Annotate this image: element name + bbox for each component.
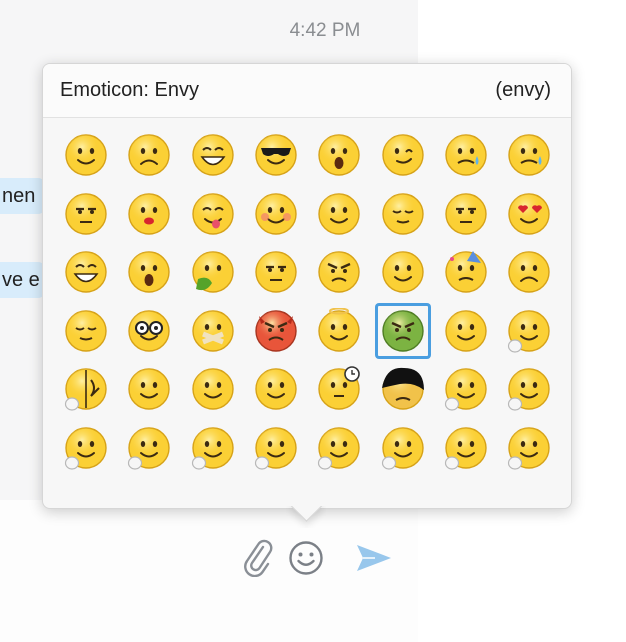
emoticon-smirk-icon[interactable] bbox=[58, 303, 114, 359]
emoticon-devil-icon[interactable] bbox=[248, 303, 304, 359]
emoticon-wink-icon[interactable] bbox=[375, 127, 431, 183]
emoticon-laugh-icon[interactable] bbox=[185, 127, 241, 183]
paperclip-icon bbox=[244, 539, 273, 577]
emoticon-in-love-icon[interactable] bbox=[501, 186, 557, 242]
send-button[interactable] bbox=[352, 540, 396, 576]
emoticon-kiss-icon[interactable] bbox=[121, 186, 177, 242]
emoticon-shortcut: (envy) bbox=[495, 79, 551, 101]
message-bubble[interactable]: nen bbox=[0, 178, 46, 214]
emoticon-nod-icon[interactable] bbox=[185, 361, 241, 417]
send-arrow-icon bbox=[357, 545, 391, 571]
emoticon-happy-icon[interactable] bbox=[121, 361, 177, 417]
picker-pointer bbox=[286, 506, 326, 528]
emoticon-muscle-icon[interactable] bbox=[311, 420, 367, 476]
emoticon-waiting-icon[interactable] bbox=[311, 361, 367, 417]
smiley-icon bbox=[289, 541, 323, 575]
emoticon-button[interactable] bbox=[286, 538, 326, 578]
emoticon-tongue-out-icon[interactable] bbox=[185, 186, 241, 242]
emoticon-make-up-icon[interactable] bbox=[438, 303, 494, 359]
emoticon-angel-icon[interactable] bbox=[311, 303, 367, 359]
emoticon-name: Emoticon: Envy bbox=[60, 79, 199, 101]
emoticon-fingers-crossed-icon[interactable] bbox=[58, 420, 114, 476]
emoticon-nerd-icon[interactable] bbox=[121, 303, 177, 359]
message-timestamp: 4:42 PM bbox=[289, 20, 361, 41]
emoticon-shake-icon[interactable] bbox=[248, 361, 304, 417]
emoticon-itwasntme-icon[interactable] bbox=[375, 244, 431, 300]
emoticon-grid bbox=[43, 118, 571, 508]
emoticon-crying-icon[interactable] bbox=[438, 127, 494, 183]
emoticon-lips-sealed-icon[interactable] bbox=[185, 303, 241, 359]
emoticon-puke-icon[interactable] bbox=[185, 244, 241, 300]
emoticon-picker-header: Emoticon: Envy (envy) bbox=[43, 64, 571, 118]
emoticon-evil-grin-icon[interactable] bbox=[58, 244, 114, 300]
emoticon-pointing-icon[interactable] bbox=[501, 420, 557, 476]
emoticon-smile-icon[interactable] bbox=[58, 127, 114, 183]
emoticon-talk-to-the-hand-icon[interactable] bbox=[438, 420, 494, 476]
emoticon-bow-icon[interactable] bbox=[375, 420, 431, 476]
emoticon-sleepy-icon[interactable] bbox=[375, 186, 431, 242]
emoticon-hand-wave-icon[interactable] bbox=[248, 420, 304, 476]
emoticon-sweating-icon[interactable] bbox=[501, 127, 557, 183]
emoticon-hi-icon[interactable] bbox=[438, 361, 494, 417]
emoticon-party-icon[interactable] bbox=[438, 244, 494, 300]
emoticon-facepalm-icon[interactable] bbox=[501, 361, 557, 417]
emoticon-chuckle-icon[interactable] bbox=[185, 420, 241, 476]
emoticon-think-icon[interactable] bbox=[501, 303, 557, 359]
emoticon-lalala-icon[interactable] bbox=[121, 420, 177, 476]
emoticon-doh-icon[interactable] bbox=[248, 244, 304, 300]
emoticon-sad-icon[interactable] bbox=[121, 127, 177, 183]
emoticon-picker: Emoticon: Envy (envy) bbox=[42, 63, 572, 509]
emoticon-envy-icon[interactable] bbox=[375, 303, 431, 359]
emoticon-dull-icon[interactable] bbox=[438, 186, 494, 242]
emoticon-speechless-icon[interactable] bbox=[58, 186, 114, 242]
emoticon-wondering-icon[interactable] bbox=[311, 186, 367, 242]
emoticon-worried-icon[interactable] bbox=[501, 244, 557, 300]
emoticon-emo-icon[interactable] bbox=[375, 361, 431, 417]
emoticon-cool-icon[interactable] bbox=[248, 127, 304, 183]
emoticon-blush-icon[interactable] bbox=[248, 186, 304, 242]
message-bubble[interactable]: ve e bbox=[0, 262, 46, 298]
attach-button[interactable] bbox=[240, 538, 276, 578]
emoticon-yawn-icon[interactable] bbox=[121, 244, 177, 300]
emoticon-surprised-icon[interactable] bbox=[311, 127, 367, 183]
emoticon-rofl-icon[interactable] bbox=[58, 361, 114, 417]
emoticon-angry-icon[interactable] bbox=[311, 244, 367, 300]
